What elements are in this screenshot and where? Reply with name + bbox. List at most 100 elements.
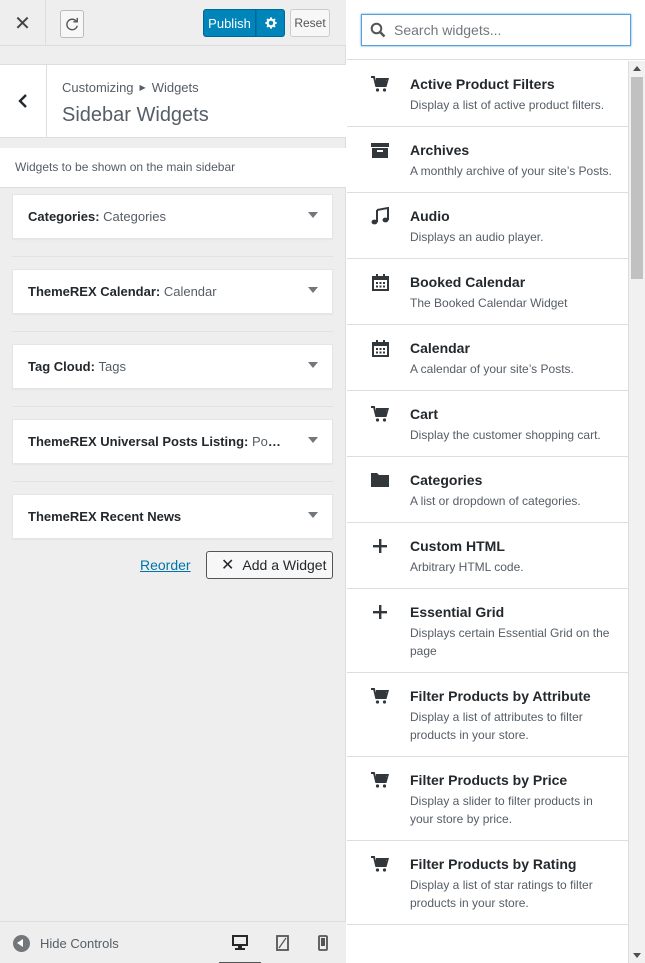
- close-icon[interactable]: ✕: [0, 0, 46, 46]
- available-widgets-list: Active Product Filters Display a list of…: [347, 61, 629, 963]
- widget-name: ThemeREX Universal Posts Listing: [28, 434, 245, 449]
- widget-description: The Booked Calendar Widget: [410, 296, 568, 310]
- breadcrumb-current: Widgets: [151, 80, 199, 95]
- search-box[interactable]: [361, 14, 631, 46]
- widget-subtitle: Calendar: [163, 284, 217, 299]
- breadcrumb-separator-icon: ▶: [139, 83, 146, 92]
- available-widget[interactable]: Active Product Filters Display a list of…: [347, 61, 628, 127]
- available-widget[interactable]: Booked Calendar The Booked Calendar Widg…: [347, 259, 628, 325]
- scroll-up-arrow-icon[interactable]: [633, 66, 641, 71]
- widget-description: Display a list of star ratings to filter…: [410, 878, 593, 910]
- widget-description: Display a list of attributes to filter p…: [410, 710, 583, 742]
- customizer-header: ✕ Publish Reset: [0, 0, 346, 46]
- widget-name: Filter Products by Attribute: [410, 688, 591, 704]
- widget-name: ThemeREX Recent News: [28, 509, 182, 524]
- publish-button[interactable]: Publish: [203, 9, 256, 37]
- cart-icon: [369, 403, 391, 425]
- customizer-controls: ✕ Publish Reset Customizing ▶ Widgets Side…: [0, 0, 346, 963]
- available-widget[interactable]: Filter Products by Price Display a slide…: [347, 757, 628, 841]
- available-widgets-panel: Active Product Filters Display a list of…: [347, 0, 645, 963]
- customizer-footer: Hide Controls: [0, 921, 346, 963]
- refresh-icon[interactable]: [60, 10, 84, 38]
- widget-name: Categories: [28, 209, 96, 224]
- available-widget[interactable]: Cart Display the customer shopping cart.: [347, 391, 628, 457]
- divider: [12, 406, 333, 407]
- widget-description: Display a list of active product filters…: [410, 98, 605, 112]
- gear-icon[interactable]: [256, 9, 285, 37]
- widget-name: Calendar: [410, 340, 470, 356]
- widget-item[interactable]: ThemeREX Universal Posts Listing: Pop...: [12, 419, 333, 464]
- expand-arrow-icon[interactable]: [308, 437, 318, 443]
- widget-name: Audio: [410, 208, 450, 224]
- section-description: Widgets to be shown on the main sidebar: [0, 148, 346, 188]
- widget-name: Cart: [410, 406, 439, 422]
- available-widget[interactable]: Custom HTML Arbitrary HTML code.: [347, 523, 628, 589]
- widget-name: Active Product Filters: [410, 76, 555, 92]
- available-widget[interactable]: Audio Displays an audio player.: [347, 193, 628, 259]
- hide-controls-button[interactable]: Hide Controls: [13, 935, 119, 952]
- tablet-preview-icon[interactable]: [261, 922, 303, 963]
- expand-arrow-icon[interactable]: [308, 362, 318, 368]
- expand-arrow-icon[interactable]: [308, 512, 318, 518]
- widget-item[interactable]: ThemeREX Calendar: Calendar: [12, 269, 333, 314]
- reset-button[interactable]: Reset: [290, 9, 330, 37]
- divider: [12, 256, 333, 257]
- available-widget[interactable]: Archives A monthly archive of your site’…: [347, 127, 628, 193]
- cart-icon: [369, 73, 391, 95]
- widget-description: Display a slider to filter products in y…: [410, 794, 593, 826]
- reorder-link[interactable]: Reorder: [140, 557, 191, 573]
- search-input[interactable]: [394, 22, 614, 38]
- widget-item[interactable]: Tag Cloud: Tags: [12, 344, 333, 389]
- breadcrumb: Customizing ▶ Widgets: [62, 80, 199, 95]
- back-icon[interactable]: [0, 65, 47, 137]
- widget-description: Display the customer shopping cart.: [410, 428, 601, 442]
- plus-icon: [369, 535, 391, 557]
- widget-item[interactable]: Categories: Categories: [12, 194, 333, 239]
- widget-description: A list or dropdown of categories.: [410, 494, 581, 508]
- cart-icon: [369, 769, 391, 791]
- widget-name: Filter Products by Price: [410, 772, 568, 788]
- widget-description: A monthly archive of your site’s Posts.: [410, 164, 612, 178]
- archive-icon: [369, 139, 391, 161]
- scroll-down-arrow-icon[interactable]: [633, 953, 641, 958]
- widget-name: Custom HTML: [410, 538, 505, 554]
- widget-subtitle: Pop...: [251, 434, 283, 449]
- widget-name: Archives: [410, 142, 470, 158]
- widget-name: Tag Cloud: [28, 359, 91, 374]
- add-widget-button[interactable]: ✕ Add a Widget: [206, 551, 333, 579]
- available-widget[interactable]: Filter Products by Rating Display a list…: [347, 841, 628, 925]
- widget-subtitle: Tags: [98, 359, 127, 374]
- available-widget[interactable]: Filter Products by Attribute Display a l…: [347, 673, 628, 757]
- folder-icon: [369, 469, 391, 491]
- widget-name: Categories: [410, 472, 483, 488]
- page-title: Sidebar Widgets: [62, 104, 209, 126]
- cart-icon: [369, 685, 391, 707]
- calendar-icon: [369, 337, 391, 359]
- collapse-arrow-icon: [13, 935, 30, 952]
- available-widget[interactable]: Essential Grid Displays certain Essentia…: [347, 589, 628, 673]
- widget-name: Essential Grid: [410, 604, 505, 620]
- add-widget-label: Add a Widget: [242, 557, 327, 573]
- desktop-preview-icon[interactable]: [219, 922, 261, 963]
- widget-name: Filter Products by Rating: [410, 856, 577, 872]
- widget-description: Displays an audio player.: [410, 230, 544, 244]
- calendar-icon: [369, 271, 391, 293]
- search-icon: [370, 22, 386, 38]
- cart-icon: [369, 853, 391, 875]
- search-area: [347, 0, 645, 60]
- available-widget[interactable]: Categories A list or dropdown of categor…: [347, 457, 628, 523]
- mobile-preview-icon[interactable]: [302, 922, 344, 963]
- scrollbar[interactable]: [629, 61, 645, 963]
- expand-arrow-icon[interactable]: [308, 287, 318, 293]
- widget-description: A calendar of your site’s Posts.: [410, 362, 574, 376]
- expand-arrow-icon[interactable]: [308, 212, 318, 218]
- scrollbar-thumb[interactable]: [631, 77, 643, 279]
- widget-description: Arbitrary HTML code.: [410, 560, 524, 574]
- widget-description: Displays certain Essential Grid on the p…: [410, 626, 610, 658]
- widget-item[interactable]: ThemeREX Recent News: [12, 494, 333, 539]
- divider: [12, 481, 333, 482]
- divider: [12, 331, 333, 332]
- widget-name: ThemeREX Calendar: [28, 284, 156, 299]
- available-widget[interactable]: Calendar A calendar of your site’s Posts…: [347, 325, 628, 391]
- breadcrumb-parent: Customizing: [62, 80, 134, 95]
